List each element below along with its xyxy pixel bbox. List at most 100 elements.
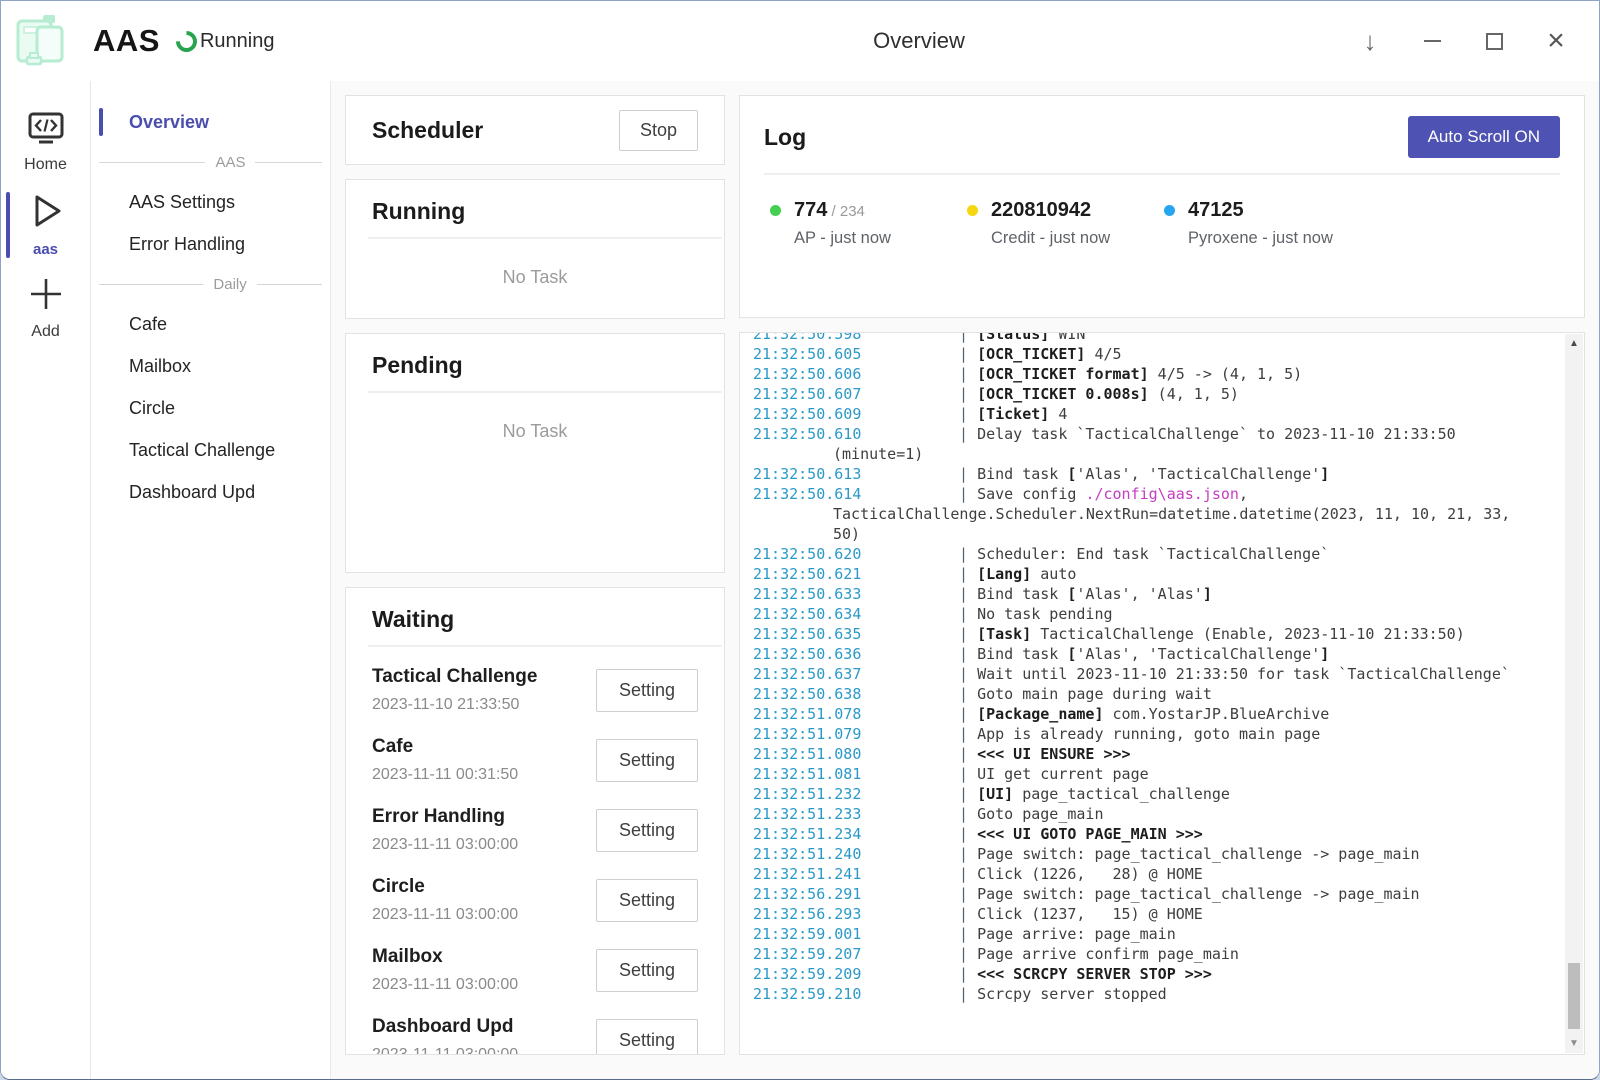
log-line: INFO21:32:59.207| Page arrive confirm pa… <box>753 944 1533 964</box>
waiting-task-row: Cafe2023-11-11 00:31:50 Setting <box>372 725 698 795</box>
log-timestamp: 21:32:50.638 <box>833 684 959 704</box>
task-setting-button[interactable]: Setting <box>596 669 698 712</box>
active-indicator <box>99 188 103 216</box>
sidebar-item-overview[interactable]: Overview <box>91 101 330 143</box>
rail-item-add[interactable]: Add <box>1 268 90 351</box>
update-download-button[interactable]: ↓ <box>1357 28 1383 54</box>
waiting-task-list: Tactical Challenge2023-11-10 21:33:50 Set… <box>346 647 724 1055</box>
log-timestamp: 21:32:50.620 <box>833 544 959 564</box>
log-timestamp: 21:32:50.598 <box>833 332 959 344</box>
waiting-task-info: Cafe2023-11-11 00:31:50 <box>372 736 518 784</box>
log-separator: | <box>959 785 977 803</box>
log-timestamp: 21:32:50.633 <box>833 584 959 604</box>
rail-item-label: Add <box>31 323 59 341</box>
stat-label: Credit - just now <box>991 229 1110 248</box>
waiting-task-row: Circle2023-11-11 03:00:00Setting <box>372 865 698 935</box>
waiting-task-row: Error Handling2023-11-11 03:00:00Setting <box>372 795 698 865</box>
sidebar-item-label: Tactical Challenge <box>129 440 275 461</box>
rail-item-aas[interactable]: aas <box>1 184 90 268</box>
sidebar-item-circle[interactable]: Circle <box>91 387 330 429</box>
stat-dot-icon <box>770 205 781 216</box>
sidebar-item-label: Error Handling <box>129 234 245 255</box>
log-separator: | <box>959 365 977 383</box>
sidebar-item-error-handling[interactable]: Error Handling <box>91 223 330 265</box>
task-setting-button[interactable]: Setting <box>596 739 698 782</box>
log-separator: | <box>959 405 977 423</box>
log-timestamp: 21:32:59.209 <box>833 964 959 984</box>
sidebar-item-label: Dashboard Upd <box>129 482 255 503</box>
log-separator: | <box>959 945 977 963</box>
log-separator: | <box>959 865 977 883</box>
log-line: INFO21:32:56.293| Click (1237, 15) @ HOM… <box>753 904 1533 924</box>
log-timestamp: 21:32:51.233 <box>833 804 959 824</box>
maximize-icon <box>1486 33 1503 50</box>
log-separator: | <box>959 825 977 843</box>
sidebar-section-separator: Daily <box>91 265 330 303</box>
log-timestamp: 21:32:51.081 <box>833 764 959 784</box>
close-button[interactable]: × <box>1543 28 1569 54</box>
active-indicator <box>99 478 103 506</box>
log-timestamp: 21:32:51.240 <box>833 844 959 864</box>
sidebar-item-cafe[interactable]: Cafe <box>91 303 330 345</box>
log-line: INFO21:32:50.635| [Task] TacticalChallen… <box>753 624 1533 644</box>
scroll-up-arrow-icon[interactable]: ▲ <box>1565 338 1583 349</box>
sidebar-item-aas-settings[interactable]: AAS Settings <box>91 181 330 223</box>
sidebar-item-tactical-challenge[interactable]: Tactical Challenge <box>91 429 330 471</box>
log-divider <box>764 173 1560 175</box>
log-scrollbar[interactable]: ▲ ▼ <box>1565 334 1583 1053</box>
minimize-button[interactable] <box>1419 28 1445 54</box>
log-timestamp: 21:32:50.613 <box>833 464 959 484</box>
sidebar-item-dashboard-upd[interactable]: Dashboard Upd <box>91 471 330 513</box>
log-timestamp: 21:32:50.606 <box>833 364 959 384</box>
task-setting-button[interactable]: Setting <box>596 1019 698 1056</box>
waiting-task-info: Mailbox2023-11-11 03:00:00 <box>372 946 518 994</box>
log-timestamp: 21:32:50.636 <box>833 644 959 664</box>
log-separator: | <box>959 705 977 723</box>
log-timestamp: 21:32:51.078 <box>833 704 959 724</box>
log-separator: | <box>959 485 977 503</box>
auto-scroll-toggle-button[interactable]: Auto Scroll ON <box>1408 116 1560 158</box>
task-next-run-time: 2023-11-11 00:31:50 <box>372 766 518 784</box>
log-separator: | <box>959 385 977 403</box>
rail-item-home[interactable]: Home <box>1 103 90 184</box>
log-separator: | <box>959 585 977 603</box>
log-line: INFO21:32:51.233| Goto page_main <box>753 804 1533 824</box>
waiting-task-info: Tactical Challenge2023-11-10 21:33:50 <box>372 666 537 714</box>
stat-label: Pyroxene - just now <box>1188 229 1333 248</box>
maximize-button[interactable] <box>1481 28 1507 54</box>
log-timestamp: 21:32:51.241 <box>833 864 959 884</box>
log-line: INFO21:32:50.607| [OCR_TICKET 0.008s] (4… <box>753 384 1533 404</box>
scrollbar-thumb[interactable] <box>1568 963 1580 1029</box>
pending-empty-text: No Task <box>346 421 724 442</box>
task-setting-button[interactable]: Setting <box>596 879 698 922</box>
log-timestamp: 21:32:50.614 <box>833 484 959 504</box>
sidebar-item-mailbox[interactable]: Mailbox <box>91 345 330 387</box>
task-setting-button[interactable]: Setting <box>596 949 698 992</box>
code-monitor-icon <box>27 111 65 150</box>
log-separator: | <box>959 605 977 623</box>
log-line: INFO21:32:50.609| [Ticket] 4 <box>753 404 1533 424</box>
waiting-card: Waiting Tactical Challenge2023-11-10 21:… <box>345 587 725 1055</box>
running-empty-text: No Task <box>346 267 724 288</box>
waiting-title: Waiting <box>368 588 722 647</box>
log-timestamp: 21:32:51.232 <box>833 784 959 804</box>
scheduler-stop-button[interactable]: Stop <box>619 110 698 151</box>
log-separator: | <box>959 905 977 923</box>
task-name: Dashboard Upd <box>372 1016 518 1038</box>
task-setting-button[interactable]: Setting <box>596 809 698 852</box>
task-next-run-time: 2023-11-11 03:00:00 <box>372 906 518 924</box>
log-console: INFO21:32:50.598| [Status] WININFO21:32:… <box>739 332 1585 1055</box>
scroll-down-arrow-icon[interactable]: ▼ <box>1565 1038 1583 1049</box>
log-line: INFO21:32:51.078| [Package_name] com.Yos… <box>753 704 1533 724</box>
running-card: Running No Task <box>345 179 725 319</box>
stat-dot-icon <box>967 205 978 216</box>
task-next-run-time: 2023-11-10 21:33:50 <box>372 696 537 714</box>
stat-value: 774 <box>794 199 827 221</box>
sidebar-item-label: Mailbox <box>129 356 191 377</box>
log-timestamp: 21:32:51.080 <box>833 744 959 764</box>
log-stat-credit: 220810942Credit - just now <box>967 199 1164 248</box>
active-indicator <box>99 108 103 136</box>
active-indicator <box>99 310 103 338</box>
active-indicator <box>6 276 10 341</box>
log-line: INFO21:32:51.240| Page switch: page_tact… <box>753 844 1533 864</box>
